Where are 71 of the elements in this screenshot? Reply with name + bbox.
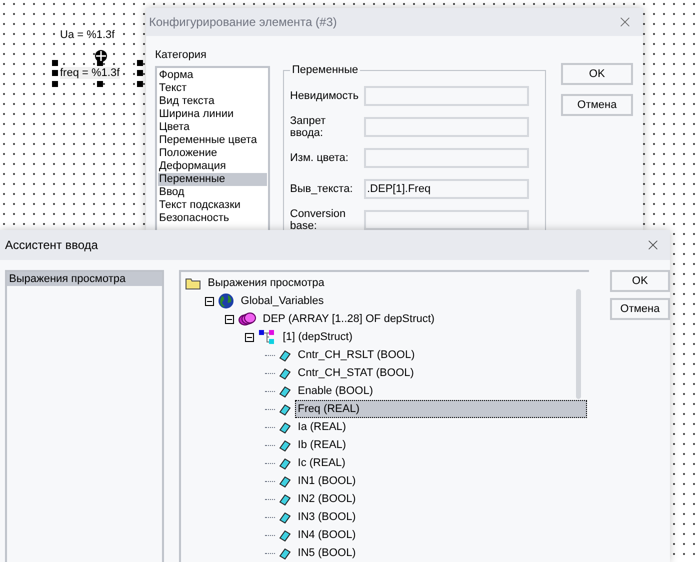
window-title: Ассистент ввода bbox=[5, 237, 98, 254]
canvas-label[interactable]: Ua = %1.3f bbox=[60, 29, 115, 41]
scrollbar-thumb[interactable] bbox=[576, 289, 581, 399]
tree-item[interactable]: Cntr_CH_STAT (BOOL) bbox=[294, 364, 417, 382]
canvas-label[interactable]: freq = %1.3f bbox=[60, 67, 120, 79]
tree-item[interactable]: DEP (ARRAY [1..28] OF depStruct) bbox=[260, 310, 438, 328]
move-cursor-icon bbox=[94, 49, 108, 63]
collapse-toggle[interactable] bbox=[204, 296, 214, 306]
variable-icon bbox=[278, 420, 291, 434]
tree-item[interactable]: Ia (REAL) bbox=[294, 418, 350, 436]
variable-icon bbox=[278, 492, 291, 506]
field-label: Conversion base: bbox=[290, 208, 347, 232]
list-item[interactable]: Цвета bbox=[158, 121, 267, 134]
tree-item[interactable]: Выражения просмотра bbox=[204, 274, 328, 292]
tree-item[interactable]: Freq (REAL) bbox=[294, 400, 587, 418]
stack-icon bbox=[238, 312, 256, 326]
group-title: Переменные bbox=[290, 63, 360, 77]
list-item[interactable]: Положение bbox=[158, 147, 267, 160]
list-item[interactable]: Ширина линии bbox=[158, 108, 267, 121]
list-item[interactable]: Безопасность bbox=[158, 212, 267, 225]
variable-icon bbox=[278, 456, 291, 470]
variable-icon bbox=[278, 348, 291, 362]
tree-item[interactable]: Cntr_CH_RSLT (BOOL) bbox=[294, 346, 418, 364]
dialog-button[interactable]: Отмена bbox=[561, 94, 633, 116]
tree-item[interactable]: Global_Variables bbox=[238, 292, 327, 310]
list-item[interactable]: Форма bbox=[158, 69, 267, 82]
list-item[interactable]: Переменные bbox=[158, 173, 267, 186]
category-label: Категория bbox=[155, 48, 208, 63]
tree-item[interactable]: IN2 (BOOL) bbox=[294, 490, 359, 508]
input-field[interactable]: .DEP[1].Freq bbox=[364, 178, 529, 198]
input-field[interactable] bbox=[364, 86, 529, 106]
collapse-toggle[interactable] bbox=[244, 332, 254, 342]
variable-icon bbox=[278, 528, 291, 542]
tree-item[interactable]: [1] (depStruct) bbox=[280, 328, 356, 346]
tree-item[interactable]: Ic (REAL) bbox=[294, 454, 348, 472]
structure-icon bbox=[258, 329, 276, 345]
variable-icon bbox=[278, 474, 291, 488]
field-label: Невидимость bbox=[290, 90, 360, 102]
tree-item[interactable]: IN1 (BOOL) bbox=[294, 472, 359, 490]
field-label: Запрет ввода: bbox=[290, 114, 327, 138]
selection-handle[interactable] bbox=[97, 81, 103, 87]
variable-icon bbox=[278, 366, 291, 380]
variable-icon bbox=[278, 546, 291, 560]
input-field[interactable] bbox=[364, 148, 529, 168]
field-label: Выв_текста: bbox=[290, 182, 354, 194]
window-title: Конфигурирование элемента (#3) bbox=[149, 14, 337, 31]
globe-icon bbox=[218, 293, 234, 309]
tree-item[interactable]: Enable (BOOL) bbox=[294, 382, 376, 400]
dialog-button[interactable]: Отмена bbox=[610, 298, 670, 320]
variable-icon bbox=[278, 510, 291, 524]
variable-icon bbox=[278, 438, 291, 452]
collapse-toggle[interactable] bbox=[224, 314, 234, 324]
variable-icon bbox=[278, 384, 291, 398]
folder-icon bbox=[184, 276, 201, 290]
list-item[interactable]: Деформация bbox=[158, 160, 267, 173]
tree-item[interactable]: IN4 (BOOL) bbox=[294, 526, 359, 544]
tree-item[interactable]: IN3 (BOOL) bbox=[294, 508, 359, 526]
tree-item[interactable]: IN5 (BOOL) bbox=[294, 544, 359, 562]
dialog-button[interactable]: OK bbox=[561, 63, 633, 85]
tree-item[interactable]: Ib (REAL) bbox=[294, 436, 350, 454]
list-item[interactable]: Переменные цвета bbox=[158, 134, 267, 147]
list-item[interactable]: Текст bbox=[158, 82, 267, 95]
field-label: Изм. цвета: bbox=[290, 152, 350, 164]
list-item[interactable]: Текст подсказки bbox=[158, 199, 267, 212]
input-field[interactable] bbox=[364, 116, 529, 136]
variable-icon bbox=[278, 402, 291, 416]
dialog-button[interactable]: OK bbox=[610, 270, 670, 292]
list-item[interactable]: Вид текста bbox=[158, 95, 267, 108]
input-field[interactable] bbox=[364, 210, 529, 230]
list-item[interactable]: Ввод bbox=[158, 186, 267, 199]
list-item[interactable]: Выражения просмотра bbox=[7, 272, 162, 286]
